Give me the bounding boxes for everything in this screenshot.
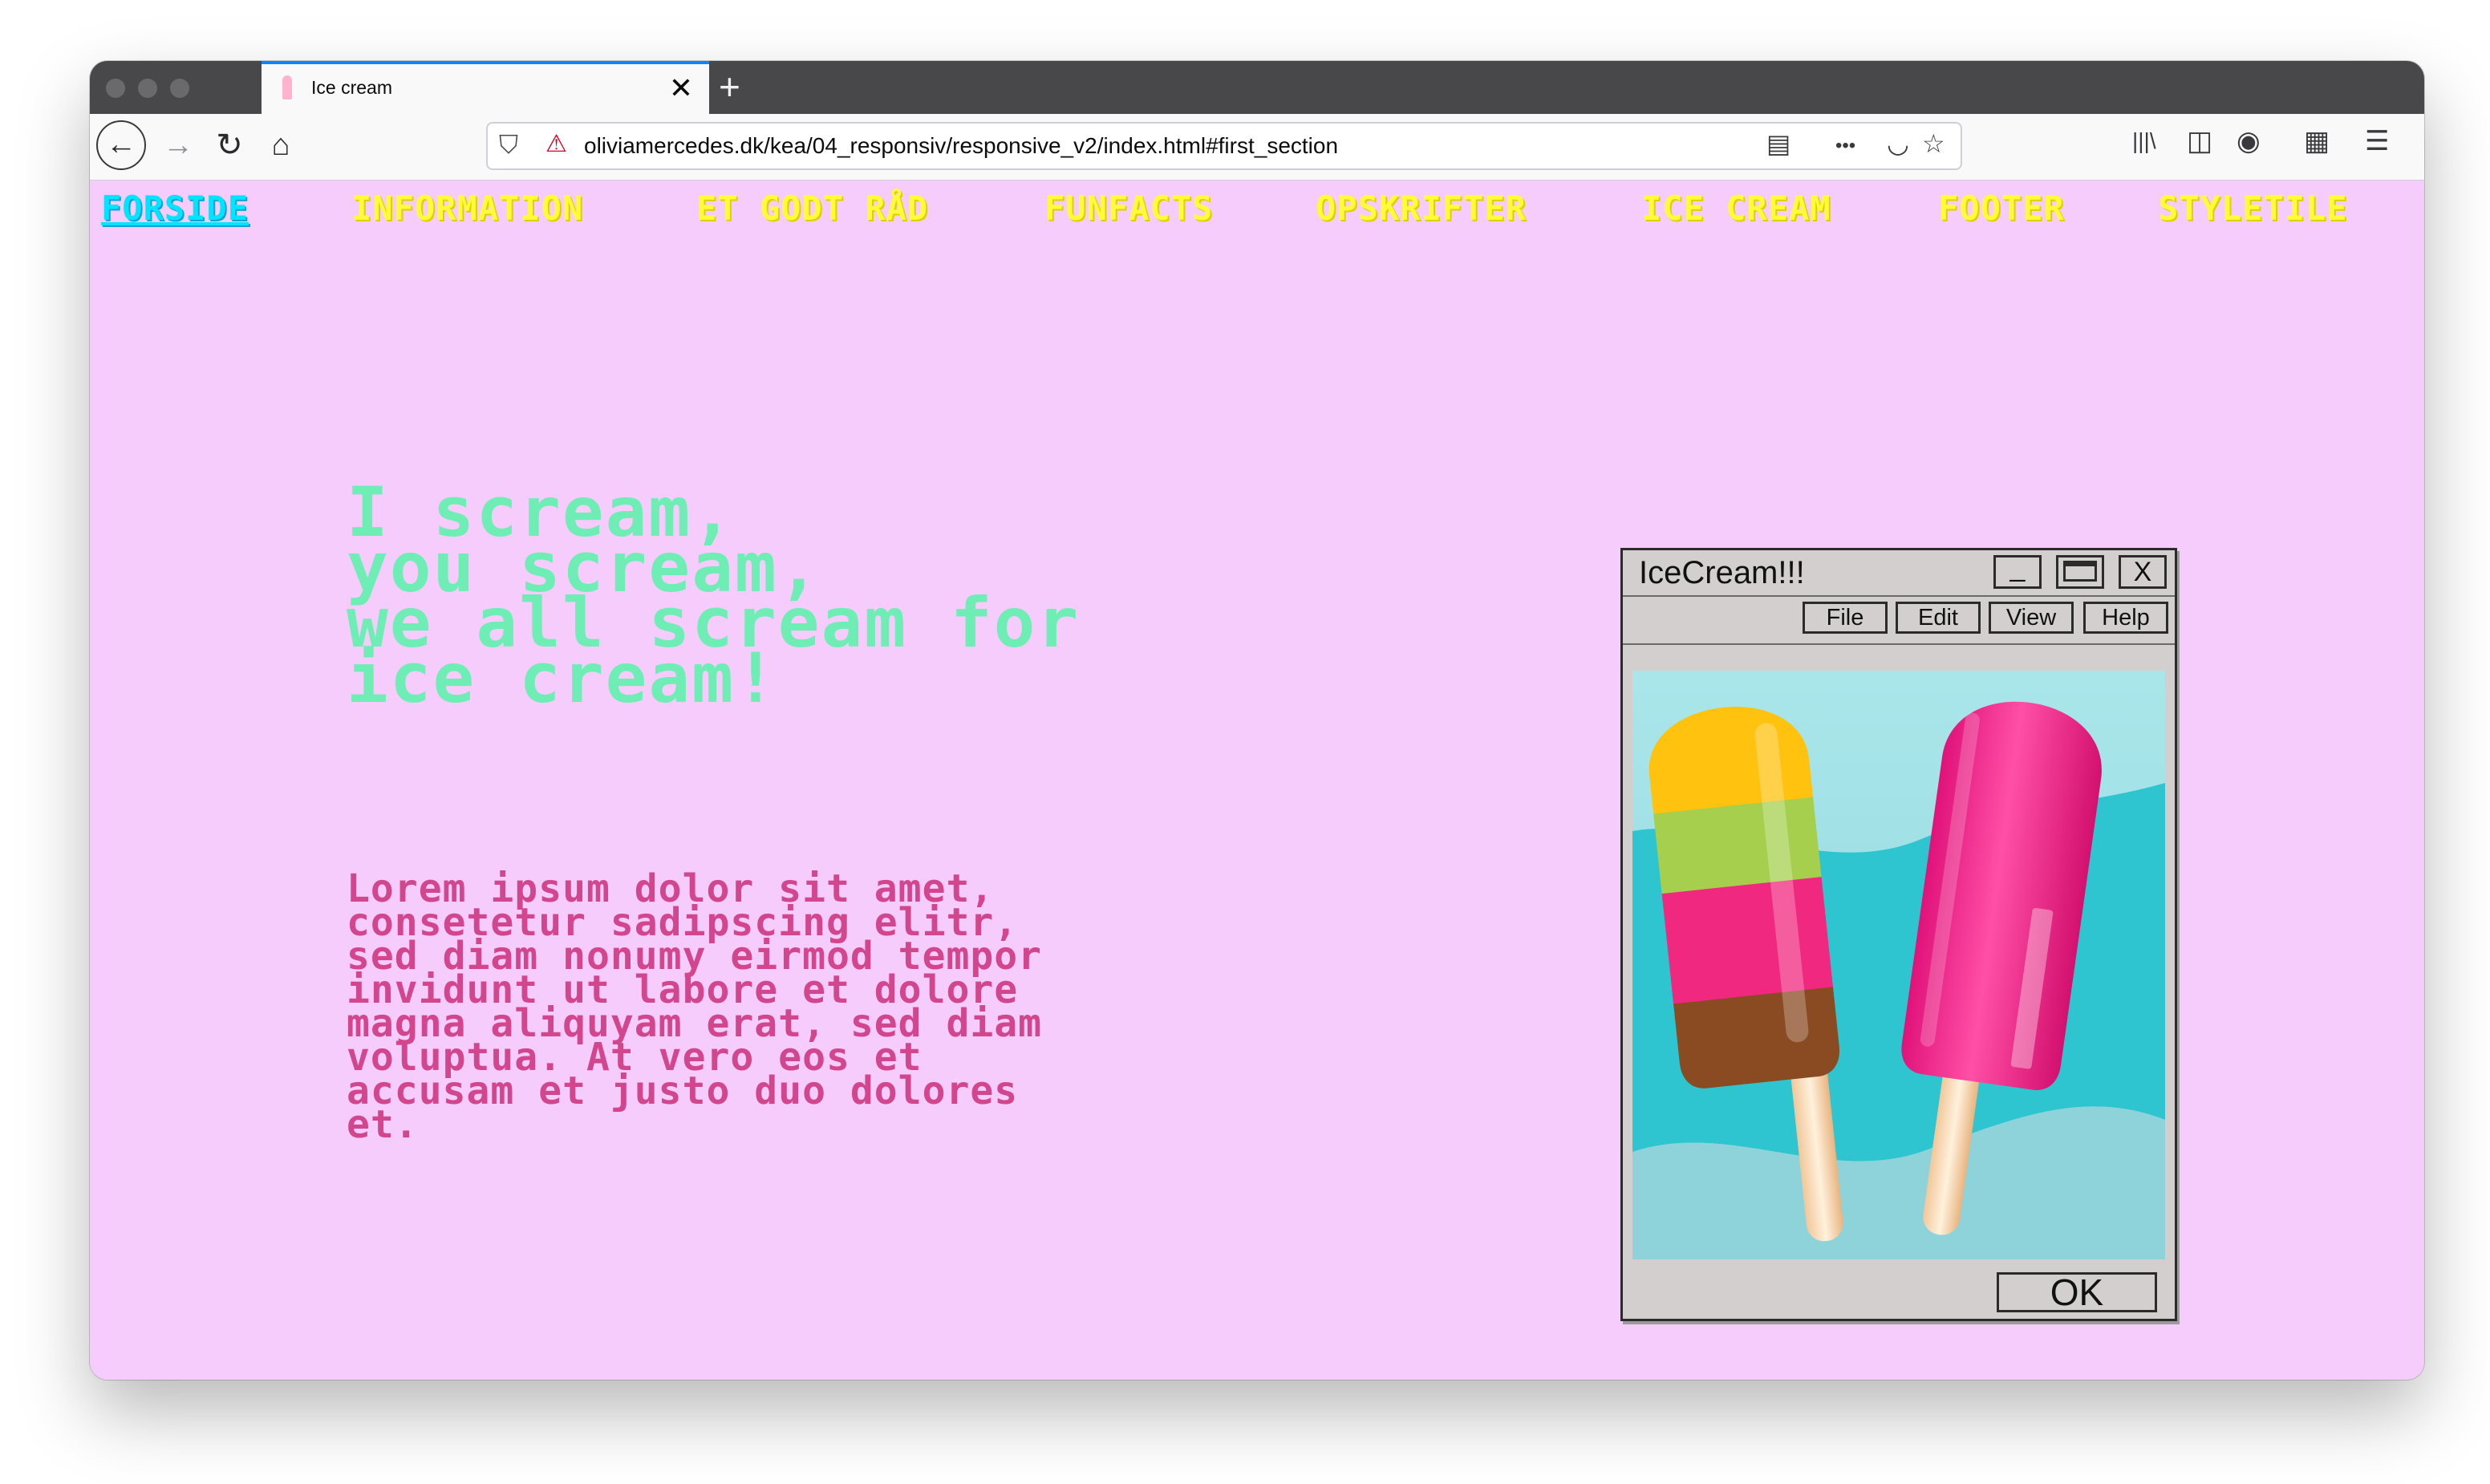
nav-link-forside[interactable]: FORSIDE — [101, 189, 249, 228]
menu-view[interactable]: View — [1989, 602, 2074, 634]
popsicle-favicon-icon — [282, 75, 292, 99]
navigation-toolbar: ← → ↻ ⌂ ⛉ ⚠ oliviamercedes.dk/kea/04_res… — [90, 114, 2424, 180]
insecure-lock-icon[interactable]: ⚠ — [545, 130, 567, 158]
tab-close-icon[interactable]: ✕ — [669, 71, 693, 106]
browser-window: Ice cream ✕ + ← → ↻ ⌂ ⛉ ⚠ oliviamercedes… — [90, 61, 2424, 1380]
page-actions-icon[interactable]: ••• — [1835, 135, 1855, 157]
dialog-minimize-button[interactable]: _ — [1993, 553, 2042, 589]
nav-link-information[interactable]: INFORMATION — [351, 189, 583, 228]
close-window-dot[interactable] — [106, 79, 125, 98]
url-text[interactable]: oliviamercedes.dk/kea/04_responsiv/respo… — [584, 133, 1338, 159]
popsicles-illustration — [1632, 671, 2165, 1259]
dialog-titlebar: IceCream!!! _ X — [1623, 550, 2175, 597]
bookmark-star-icon[interactable]: ☆ — [1922, 128, 1945, 159]
forward-button[interactable]: → — [156, 122, 201, 170]
home-button[interactable]: ⌂ — [258, 122, 303, 170]
back-button[interactable]: ← — [96, 120, 146, 170]
extensions-icon[interactable]: ▦ — [2304, 125, 2330, 157]
address-bar[interactable]: ⛉ ⚠ oliviamercedes.dk/kea/04_responsiv/r… — [486, 122, 1962, 170]
minimize-window-dot[interactable] — [138, 79, 157, 98]
tab-title: Ice cream — [311, 77, 392, 98]
icecream-dialog: IceCream!!! _ X File Edit View Help OK — [1620, 548, 2177, 1321]
nav-link-styletile[interactable]: STYLETILE — [2158, 189, 2348, 228]
nav-link-footer[interactable]: FOOTER — [1938, 189, 2065, 228]
menu-edit[interactable]: Edit — [1896, 602, 1981, 634]
account-icon[interactable]: ◉ — [2237, 125, 2261, 157]
hero-body-text: Lorem ipsum dolor sit amet, consetetur s… — [347, 866, 1043, 1147]
site-navigation: FORSIDE INFORMATION ET GODT RÅD FUNFACTS… — [90, 180, 2424, 237]
chocolate-layer — [1673, 987, 1839, 1089]
pink-layer — [1661, 877, 1834, 1006]
zoom-window-dot[interactable] — [170, 79, 189, 98]
dialog-title: IceCream!!! — [1639, 555, 1805, 590]
new-tab-button[interactable]: + — [719, 64, 740, 109]
popsicles-svg — [1632, 671, 2165, 1259]
nav-link-ice-cream[interactable]: ICE CREAM — [1641, 189, 1831, 228]
tracking-shield-icon[interactable]: ⛉ — [499, 130, 518, 160]
maximize-icon — [2063, 561, 2097, 582]
hero-title: I scream, you scream, we all scream for … — [347, 472, 1081, 719]
menu-icon[interactable]: ☰ — [2365, 125, 2389, 157]
reload-button[interactable]: ↻ — [207, 122, 252, 170]
library-icon[interactable]: |||\ — [2132, 128, 2156, 154]
ok-button[interactable]: OK — [1997, 1272, 2157, 1312]
nav-link-funfacts[interactable]: FUNFACTS — [1044, 189, 1213, 228]
sidebar-icon[interactable]: ◫ — [2187, 125, 2212, 157]
menu-help[interactable]: Help — [2083, 602, 2168, 634]
dialog-maximize-button[interactable] — [2056, 555, 2104, 589]
tab-ice-cream[interactable]: Ice cream ✕ — [262, 61, 709, 114]
reader-view-icon[interactable]: ▤ — [1766, 128, 1790, 159]
nav-link-et-godt-rad[interactable]: ET GODT RÅD — [696, 189, 928, 228]
menu-file[interactable]: File — [1803, 602, 1888, 634]
dialog-menubar: File Edit View Help — [1623, 597, 2175, 645]
nav-link-opskrifter[interactable]: OPSKRIFTER — [1316, 189, 1527, 228]
dialog-close-button[interactable]: X — [2119, 555, 2167, 589]
pocket-icon[interactable]: ◡ — [1887, 128, 1909, 159]
tab-strip: Ice cream ✕ + — [90, 61, 2424, 114]
